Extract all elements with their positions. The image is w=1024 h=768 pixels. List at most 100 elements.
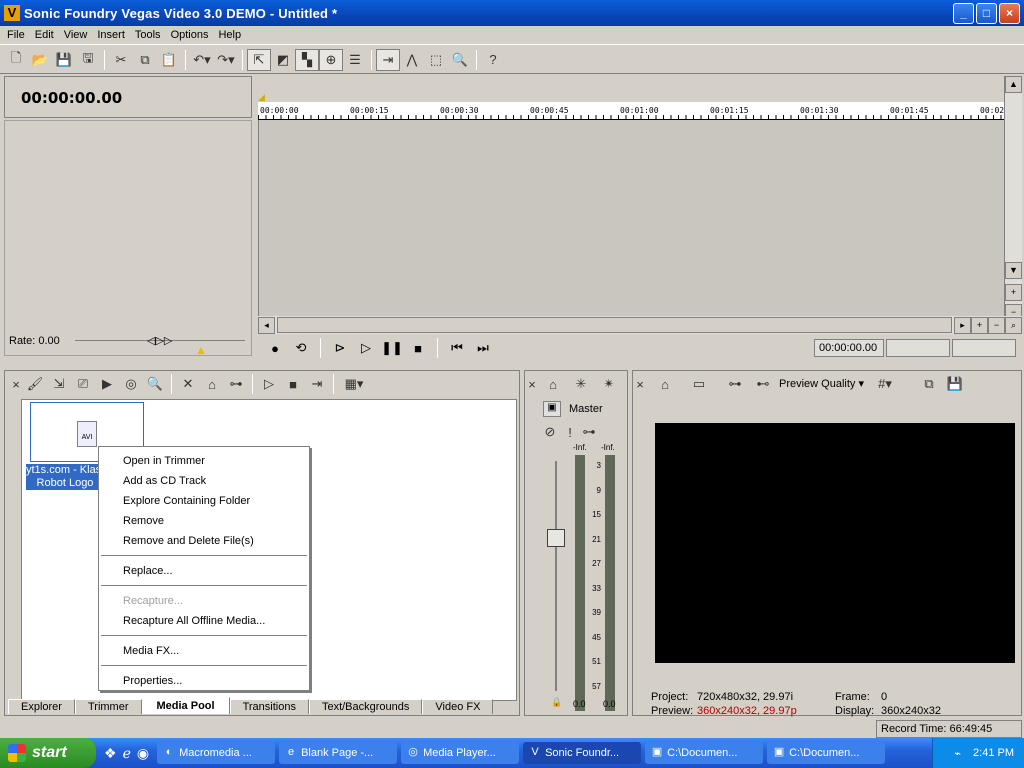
menu-remove[interactable]: Remove — [99, 511, 309, 531]
task-macromedia[interactable]: ◐ Macromedia ... — [157, 742, 276, 764]
record-icon[interactable]: ● — [264, 338, 286, 358]
paste-icon[interactable]: 📋 — [157, 49, 181, 71]
lock-icon[interactable]: ⋀ — [400, 49, 424, 71]
task-sonic-foundry[interactable]: V Sonic Foundr... — [523, 742, 642, 764]
tab-video-fx[interactable]: Video FX — [422, 699, 494, 714]
zoom-in-icon[interactable]: + — [1005, 284, 1022, 301]
task-documents-1[interactable]: ▣ C:\Documen... — [645, 742, 764, 764]
insert-bus-icon[interactable]: ✳ — [569, 373, 593, 395]
menu-explore-containing-folder[interactable]: Explore Containing Folder — [99, 491, 309, 511]
scroll-thumb[interactable] — [277, 317, 952, 333]
tab-explorer[interactable]: Explorer — [8, 699, 75, 714]
h-zoom-in-icon[interactable]: + — [971, 316, 988, 334]
preview-stop-icon[interactable]: ■ — [281, 373, 305, 395]
tab-trimmer[interactable]: Trimmer — [74, 699, 142, 714]
menu-open-in-trimmer[interactable]: Open in Trimmer — [99, 451, 309, 471]
new-icon[interactable]: 🗋 — [4, 49, 28, 71]
preview-quality-dropdown[interactable]: Preview Quality ▾ — [779, 377, 864, 390]
start-button[interactable]: start — [0, 738, 96, 768]
media-fx-icon[interactable]: ⊶ — [224, 373, 248, 395]
play-icon[interactable]: ▷ — [355, 338, 377, 358]
copy-snapshot-icon[interactable]: ⧉ — [917, 373, 941, 395]
close-mixer-icon[interactable]: × — [525, 373, 539, 395]
external-monitor-icon[interactable]: ▭ — [687, 373, 711, 395]
open-icon[interactable]: 📂 — [28, 49, 52, 71]
task-documents-2[interactable]: ▣ C:\Documen... — [767, 742, 886, 764]
task-blank-page[interactable]: e Blank Page -... — [279, 742, 398, 764]
explorer-icon[interactable]: ❖ — [104, 745, 117, 762]
bus-fx-icon[interactable]: ⊶ — [579, 421, 599, 443]
mute-icon[interactable]: ⊘ — [541, 421, 559, 443]
search-icon[interactable]: 🔍 — [143, 373, 167, 395]
capture-icon[interactable]: ⎚ — [71, 373, 95, 395]
go-to-start-icon[interactable]: ⏮ — [446, 338, 468, 358]
remove-icon[interactable]: ✕ — [176, 373, 200, 395]
master-fader[interactable] — [547, 529, 565, 547]
tab-media-pool[interactable]: Media Pool — [141, 697, 230, 714]
brush-icon[interactable]: 🖌 — [23, 373, 47, 395]
clock[interactable]: 2:41 PM — [973, 747, 1014, 759]
minimize-button[interactable]: _ — [953, 3, 974, 24]
timeline-ruler[interactable]: 00:00:00 00:00:15 00:00:30 00:00:45 00:0… — [258, 102, 1004, 120]
internet-explorer-icon[interactable]: ℯ — [123, 745, 131, 762]
menu-add-as-cd-track[interactable]: Add as CD Track — [99, 471, 309, 491]
lock-icon[interactable]: 🔒 — [551, 697, 562, 708]
preview-properties-icon[interactable]: ⌂ — [653, 373, 677, 395]
h-zoom-tool-icon[interactable]: ⌕ — [1005, 316, 1022, 334]
menu-view[interactable]: View — [59, 29, 93, 41]
track-list[interactable]: Rate: 0.00 ◁▷▷ ▲ — [4, 120, 252, 357]
split-screen-icon[interactable]: ⊷ — [751, 373, 775, 395]
zoom-tool-icon[interactable]: ⊕ — [319, 48, 343, 71]
menu-remove-and-delete[interactable]: Remove and Delete File(s) — [99, 531, 309, 551]
menu-options[interactable]: Options — [166, 29, 214, 41]
auto-preview-icon[interactable]: ⇥ — [305, 373, 329, 395]
normal-edit-tool-icon[interactable]: ⇱ — [247, 48, 271, 71]
properties-icon[interactable]: ⌂ — [200, 373, 224, 395]
menu-properties[interactable]: Properties... — [99, 671, 309, 691]
scroll-left-icon[interactable]: ◂ — [258, 316, 275, 334]
save-as-icon[interactable]: 🖫 — [76, 49, 100, 71]
close-button[interactable]: × — [999, 3, 1020, 24]
cd-icon[interactable]: ▶ — [95, 373, 119, 395]
stop-icon[interactable]: ■ — [407, 338, 429, 358]
save-icon[interactable]: 💾 — [52, 49, 76, 71]
snap-icon[interactable]: ☰ — [343, 49, 367, 71]
solo-icon[interactable]: ! — [563, 421, 577, 443]
tab-text-backgrounds[interactable]: Text/Backgrounds — [308, 699, 423, 714]
horizontal-scrollbar[interactable]: ◂ ▸ + − ⌕ — [258, 316, 1022, 334]
vertical-scrollbar[interactable]: ▲ ▼ + − — [1004, 76, 1022, 332]
auto-crossfade-icon[interactable]: ⬚ — [424, 49, 448, 71]
close-preview-icon[interactable]: × — [633, 373, 647, 395]
menu-help[interactable]: Help — [213, 29, 246, 41]
selection-tool-icon[interactable]: ▚ — [295, 48, 319, 71]
rate-slider-handle[interactable]: ◁▷▷ — [147, 334, 172, 347]
menu-file[interactable]: File — [2, 29, 30, 41]
scroll-down-icon[interactable]: ▼ — [1005, 262, 1022, 279]
go-to-end-icon[interactable]: ⏭ — [472, 338, 494, 358]
timeline-area[interactable] — [258, 120, 1004, 316]
scroll-up-icon[interactable]: ▲ — [1005, 76, 1022, 93]
save-snapshot-icon[interactable]: 💾 — [943, 373, 967, 395]
menu-media-fx[interactable]: Media FX... — [99, 641, 309, 661]
help-icon[interactable]: ? — [481, 49, 505, 71]
overlays-icon[interactable]: #▾ — [869, 373, 901, 395]
master-bus-icon[interactable]: ▣ — [543, 401, 561, 417]
redo-icon[interactable]: ↷▾ — [214, 49, 238, 71]
video-fx-icon[interactable]: ⊶ — [723, 373, 747, 395]
insert-fx-icon[interactable]: ✴ — [597, 373, 621, 395]
import-media-icon[interactable]: ⇲ — [47, 373, 71, 395]
network-icon[interactable]: ⌁ — [954, 747, 961, 760]
envelope-tool-icon[interactable]: ◩ — [271, 49, 295, 71]
h-zoom-out-icon[interactable]: − — [988, 316, 1005, 334]
mixer-properties-icon[interactable]: ⌂ — [541, 373, 565, 395]
tab-transitions[interactable]: Transitions — [229, 699, 309, 714]
ripple-icon[interactable]: ⇥ — [376, 48, 400, 71]
close-panel-icon[interactable]: × — [9, 373, 23, 395]
task-media-player[interactable]: ◎ Media Player... — [401, 742, 520, 764]
scroll-right-icon[interactable]: ▸ — [954, 316, 971, 334]
cut-icon[interactable]: ✂ — [109, 49, 133, 71]
menu-insert[interactable]: Insert — [92, 29, 130, 41]
media-player-icon[interactable]: ◉ — [137, 745, 149, 762]
magnify-icon[interactable]: 🔍 — [448, 49, 472, 71]
play-from-start-icon[interactable]: ⊳ — [329, 338, 351, 358]
